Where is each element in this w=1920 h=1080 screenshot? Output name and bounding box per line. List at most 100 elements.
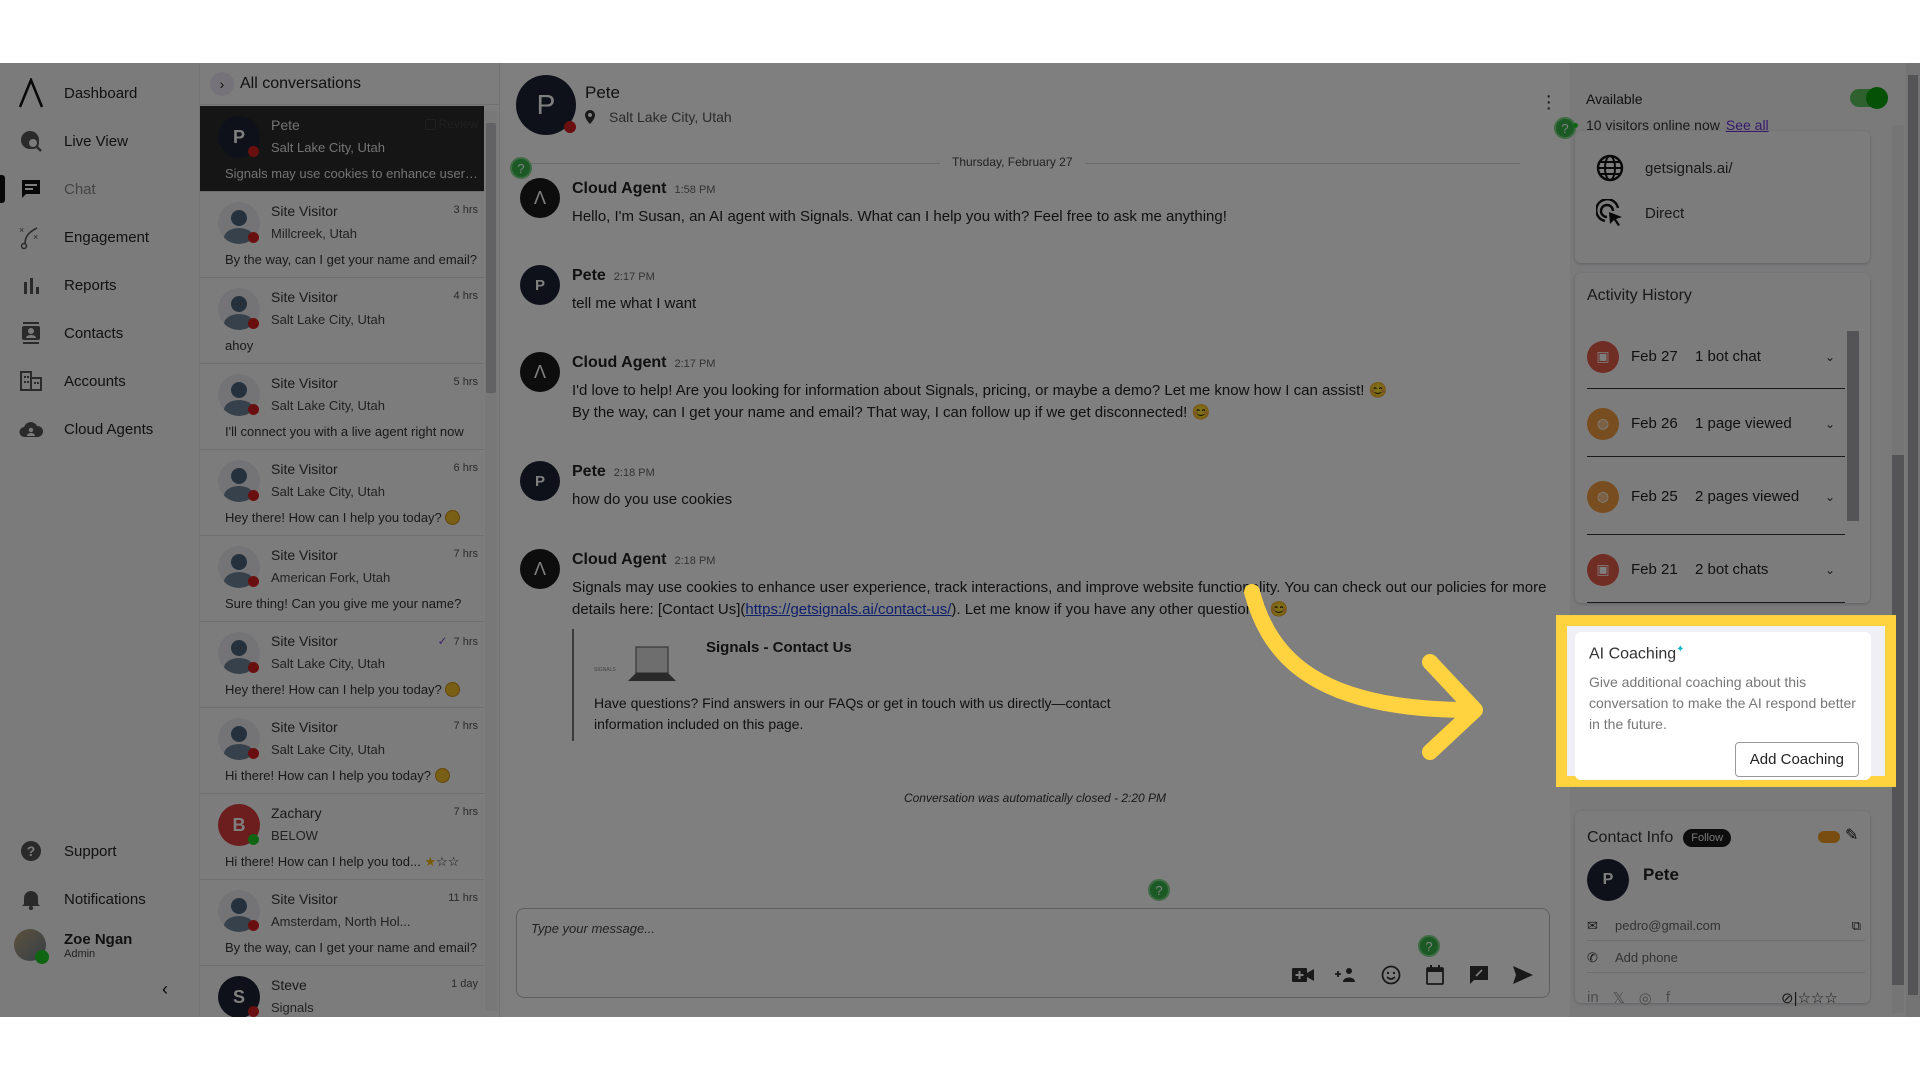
- date-separator: Thursday, February 27: [520, 153, 1520, 173]
- conversation-name: Zachary: [271, 805, 322, 821]
- conversation-location: Salt Lake City, Utah: [271, 140, 385, 155]
- conversation-location: Salt Lake City, Utah: [271, 398, 385, 413]
- see-all-visitors-link[interactable]: See all: [1726, 117, 1769, 133]
- help-bubble-icon[interactable]: ?: [1418, 935, 1440, 957]
- ai-coaching-description: Give additional coaching about this conv…: [1589, 674, 1856, 732]
- conversation-closed-note: Conversation was automatically closed - …: [903, 791, 1167, 805]
- message-input[interactable]: [531, 921, 1331, 936]
- link-preview-card[interactable]: SIGNALS Signals - Contact Us Have questi…: [572, 629, 1172, 741]
- contact-us-link[interactable]: https://getsignals.ai/contact-us/: [745, 601, 951, 618]
- svg-text:×: ×: [19, 225, 24, 235]
- conversation-list: › All conversations P Pete Salt Lake Cit…: [200, 63, 500, 1017]
- linkedin-icon[interactable]: in: [1587, 989, 1599, 1007]
- sidebar-item-contacts[interactable]: Contacts: [0, 313, 200, 353]
- sidebar-item-accounts[interactable]: Accounts: [0, 361, 200, 401]
- user-profile[interactable]: Zoe Ngan Admin: [14, 929, 132, 964]
- bell-icon: [16, 884, 46, 914]
- facebook-icon[interactable]: f: [1666, 989, 1670, 1007]
- chevron-down-icon[interactable]: ⌄: [1825, 350, 1835, 364]
- conversation-item[interactable]: Site Visitor Salt Lake City, Utah 5 hrs …: [200, 364, 484, 450]
- chevron-down-icon[interactable]: ⌄: [1825, 417, 1835, 431]
- scrollbar-thumb[interactable]: [1847, 331, 1859, 521]
- help-bubble-icon[interactable]: ?: [510, 157, 532, 179]
- right-panel-scrollbar[interactable]: [1892, 125, 1904, 1013]
- conversation-name: Site Visitor: [271, 891, 338, 907]
- sidebar-item-notifications[interactable]: Notifications: [0, 879, 200, 919]
- offline-status-dot: [248, 146, 259, 157]
- collapse-sidebar-button[interactable]: ‹: [162, 979, 168, 1000]
- review-label: Review: [438, 117, 478, 131]
- conversation-item[interactable]: Site Visitor Salt Lake City, Utah 7 hrs …: [200, 708, 484, 794]
- sidebar-item-label: Notifications: [64, 890, 146, 908]
- click-cursor-icon: [1595, 198, 1625, 228]
- conversation-item[interactable]: B Zachary BELOW 7 hrs Hi there! How can …: [200, 794, 484, 880]
- conversation-name: Site Visitor: [271, 203, 338, 219]
- phone-row[interactable]: ✆ Add phone: [1587, 943, 1865, 973]
- sidebar-item-reports[interactable]: Reports: [0, 265, 200, 305]
- message-time: 2:17 PM: [613, 271, 655, 283]
- add-participant-icon[interactable]: [1335, 963, 1359, 987]
- conversation-time: 7 hrs: [453, 720, 478, 732]
- visitors-online-status: 10 visitors online now See all: [1573, 117, 1769, 133]
- conversation-item[interactable]: Site Visitor Millcreek, Utah 3 hrs By th…: [200, 192, 484, 278]
- message-composer: [516, 908, 1550, 998]
- add-phone-field[interactable]: Add phone: [1615, 950, 1678, 965]
- activity-text: 2 pages viewed: [1695, 487, 1800, 505]
- contact-avatar: P: [516, 75, 576, 135]
- conversation-item[interactable]: Site Visitor American Fork, Utah 7 hrs S…: [200, 536, 484, 622]
- salesforce-icon[interactable]: [1818, 831, 1840, 843]
- follow-button[interactable]: Follow: [1683, 829, 1732, 847]
- sidebar-item-chat[interactable]: Chat: [0, 169, 200, 209]
- activity-date: Feb 26: [1631, 415, 1678, 432]
- availability-toggle[interactable]: [1850, 87, 1888, 109]
- help-bubble-icon[interactable]: ?: [1148, 879, 1170, 901]
- activity-item[interactable]: ◍ Feb 26 1 page viewed ⌄: [1587, 391, 1845, 457]
- sidebar-item-support[interactable]: ? Support: [0, 831, 200, 871]
- chevron-down-icon[interactable]: ⌄: [1825, 563, 1835, 577]
- conversation-item[interactable]: Site Visitor Salt Lake City, Utah ✓ 7 hrs…: [200, 622, 484, 708]
- chevron-down-icon[interactable]: ⌄: [1825, 490, 1835, 504]
- emoji-icon[interactable]: [1379, 963, 1403, 987]
- conversation-location: Salt Lake City, Utah: [271, 656, 385, 671]
- sidebar-item-cloud-agents[interactable]: Cloud Agents: [0, 409, 200, 449]
- help-bubble-icon[interactable]: ?: [1554, 117, 1576, 139]
- copy-icon[interactable]: ⧉: [1852, 918, 1861, 934]
- activity-item[interactable]: ▣ Feb 21 2 bot chats ⌄: [1587, 537, 1845, 603]
- sidebar-item-dashboard[interactable]: Dashboard: [0, 73, 200, 113]
- conversation-item[interactable]: P Pete Salt Lake City, Utah Review Signa…: [200, 106, 484, 192]
- edit-pencil-icon[interactable]: ✎: [1845, 825, 1858, 845]
- send-icon[interactable]: [1511, 963, 1535, 987]
- contact-name: Pete: [1643, 865, 1679, 884]
- contact-rating[interactable]: ⊘|☆☆☆: [1781, 989, 1838, 1007]
- conversation-list-scrollbar[interactable]: [485, 111, 497, 1011]
- x-twitter-icon[interactable]: 𝕏: [1613, 989, 1625, 1007]
- sidebar-item-engagement[interactable]: × × Engagement: [0, 217, 200, 257]
- conversation-item[interactable]: Site Visitor Amsterdam, North Hol... 11 …: [200, 880, 484, 966]
- instagram-icon[interactable]: ◎: [1639, 989, 1652, 1007]
- conversation-location: Millcreek, Utah: [271, 226, 357, 241]
- sidebar-item-live-view[interactable]: Live View: [0, 121, 200, 161]
- review-checkbox[interactable]: Review: [424, 117, 478, 131]
- video-call-icon[interactable]: [1291, 963, 1315, 987]
- activity-scrollbar[interactable]: [1847, 323, 1859, 523]
- activity-item[interactable]: ◍ Feb 25 2 pages viewed ⌄: [1587, 459, 1845, 535]
- toggle-knob: [1866, 87, 1888, 109]
- conversation-name: Site Visitor: [271, 719, 338, 735]
- scrollbar-thumb[interactable]: [486, 123, 496, 393]
- calendar-icon[interactable]: [1423, 963, 1447, 987]
- more-options-icon[interactable]: · · ·: [1545, 86, 1552, 118]
- activity-text: 1 bot chat: [1695, 347, 1761, 365]
- conversation-item[interactable]: S Steve Signals 1 day: [200, 966, 484, 1017]
- scrollbar-thumb[interactable]: [1908, 75, 1918, 995]
- add-coaching-button[interactable]: Add Coaching: [1734, 742, 1859, 777]
- conversation-item[interactable]: Site Visitor Salt Lake City, Utah 6 hrs …: [200, 450, 484, 536]
- page-scrollbar[interactable]: [1906, 63, 1920, 1017]
- expand-filters-button[interactable]: ›: [210, 71, 234, 96]
- note-icon[interactable]: [1467, 963, 1491, 987]
- conversation-location: Salt Lake City, Utah: [271, 484, 385, 499]
- svg-text:?: ?: [27, 843, 36, 859]
- conversation-item[interactable]: Site Visitor Salt Lake City, Utah 4 hrs …: [200, 278, 484, 364]
- contact-location: Salt Lake City, Utah: [585, 109, 732, 125]
- activity-item[interactable]: ▣ Feb 27 1 bot chat ⌄: [1587, 325, 1845, 389]
- conversation-time: 1 day: [451, 978, 478, 990]
